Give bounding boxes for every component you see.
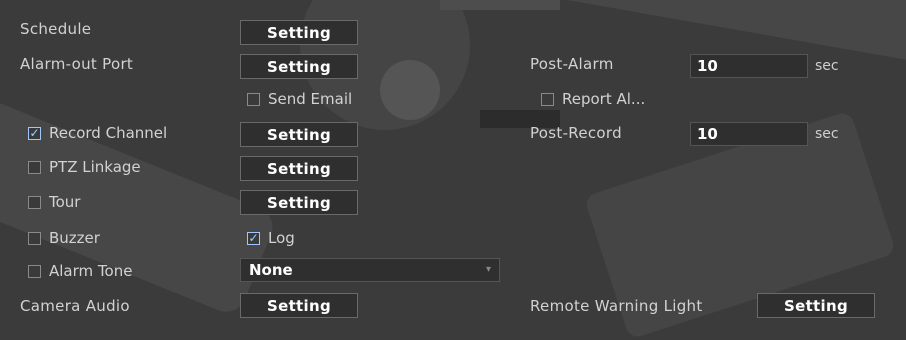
post-record-input[interactable]: 10	[690, 122, 808, 146]
checkbox-box	[28, 264, 41, 278]
send-email-checkbox[interactable]: Send Email	[247, 90, 352, 108]
checkbox-box	[28, 195, 41, 209]
check-icon: ✓	[247, 231, 260, 245]
record-channel-setting-button[interactable]: Setting	[240, 122, 358, 147]
tour-checkbox[interactable]: Tour	[28, 193, 80, 211]
record-channel-checkbox[interactable]: ✓ Record Channel	[28, 124, 167, 142]
schedule-setting-button[interactable]: Setting	[240, 20, 358, 45]
camera-audio-setting-button[interactable]: Setting	[240, 293, 358, 318]
checkbox-box	[247, 92, 260, 106]
checkbox-box	[28, 160, 41, 174]
checkbox-box	[541, 92, 554, 106]
alarm-tone-checkbox[interactable]: Alarm Tone	[28, 262, 132, 280]
ptz-linkage-setting-button[interactable]: Setting	[240, 156, 358, 181]
post-record-label: Post-Record	[530, 124, 622, 142]
report-alarm-label: Report Al...	[562, 90, 646, 108]
send-email-label: Send Email	[268, 90, 353, 108]
schedule-label: Schedule	[20, 20, 92, 38]
record-channel-label: Record Channel	[49, 124, 168, 142]
alarm-tone-label: Alarm Tone	[49, 262, 133, 280]
buzzer-checkbox[interactable]: Buzzer	[28, 229, 100, 247]
tour-setting-button[interactable]: Setting	[240, 190, 358, 215]
check-icon: ✓	[28, 126, 41, 140]
report-alarm-checkbox[interactable]: Report Al...	[541, 90, 645, 108]
post-alarm-unit: sec	[815, 58, 839, 74]
ptz-linkage-label: PTZ Linkage	[49, 158, 141, 176]
post-alarm-input[interactable]: 10	[690, 54, 808, 78]
remote-warning-light-label: Remote Warning Light	[530, 297, 703, 315]
alarm-tone-select[interactable]: None ▾	[240, 258, 500, 282]
post-alarm-label: Post-Alarm	[530, 55, 614, 73]
alarm-out-port-setting-button[interactable]: Setting	[240, 54, 358, 79]
ptz-linkage-checkbox[interactable]: PTZ Linkage	[28, 158, 141, 176]
log-label: Log	[268, 229, 295, 247]
camera-audio-label: Camera Audio	[20, 297, 130, 315]
alarm-tone-value: None	[249, 261, 293, 279]
checkbox-box	[28, 231, 41, 245]
log-checkbox[interactable]: ✓ Log	[247, 229, 295, 247]
post-record-unit: sec	[815, 126, 839, 142]
alarm-out-port-label: Alarm-out Port	[20, 55, 134, 73]
buzzer-label: Buzzer	[49, 229, 100, 247]
chevron-down-icon: ▾	[485, 264, 491, 275]
remote-warning-light-setting-button[interactable]: Setting	[757, 293, 875, 318]
tour-label: Tour	[49, 193, 81, 211]
